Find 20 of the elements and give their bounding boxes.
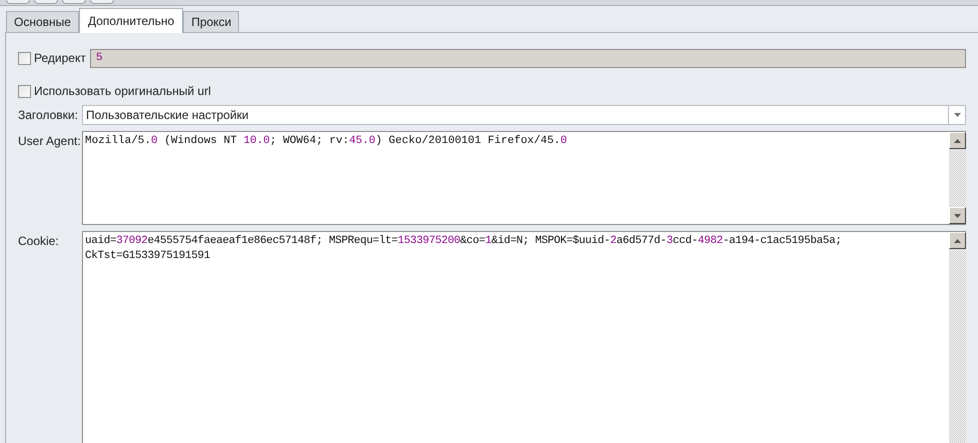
tab[interactable]: Дополнительно [78, 8, 184, 33]
headers-select[interactable]: Пользовательские настройки [82, 105, 966, 125]
code-line: CkTst=G1533975191591 [85, 249, 212, 264]
code-line: Mozilla/5.0 (Windows NT 10.0; WOW64; rv:45.0) Gecko/20100101 Firefox/45.0 [85, 134, 568, 149]
cookie-field[interactable]: uaid=37092e4555754faeaeaf1e86ec57148f; MSPRequ=lt=1533975200&co=1&id=N; MSPOK=$uuid-2a6d577d-3ccd-4982-a194-c1ac5195ba5a; CkTst=G1533975191591 [82, 231, 966, 443]
scroll-up-icon[interactable] [949, 132, 966, 149]
scrollbar[interactable] [949, 232, 966, 443]
scroll-up-icon[interactable] [949, 232, 966, 249]
tab[interactable]: Основные [6, 11, 79, 32]
code-line: uaid=37092e4555754faeaeaf1e86ec57148f; MSPRequ=lt=1533975200&co=1&id=N; MSPOK=$uuid-2a6d577d-3ccd-4982-a194-c1ac5195ba5a; [85, 234, 843, 249]
scroll-down-icon[interactable] [949, 207, 966, 224]
user-agent-field[interactable]: Mozilla/5.0 (Windows NT 10.0; WOW64; rv:45.0) Gecko/20100101 Firefox/45.0 [82, 131, 966, 225]
cookie-label: Cookie: [18, 233, 60, 250]
tab[interactable]: Прокси [183, 11, 240, 32]
headers-label: Заголовки: [18, 107, 79, 124]
scrollbar[interactable] [949, 132, 966, 224]
redirect-label: Редирект [34, 50, 87, 67]
use-original-url-label: Использовать оригинальный url [34, 83, 211, 100]
checkbox[interactable] [18, 84, 31, 98]
user-agent-label: User Agent: [18, 133, 82, 150]
